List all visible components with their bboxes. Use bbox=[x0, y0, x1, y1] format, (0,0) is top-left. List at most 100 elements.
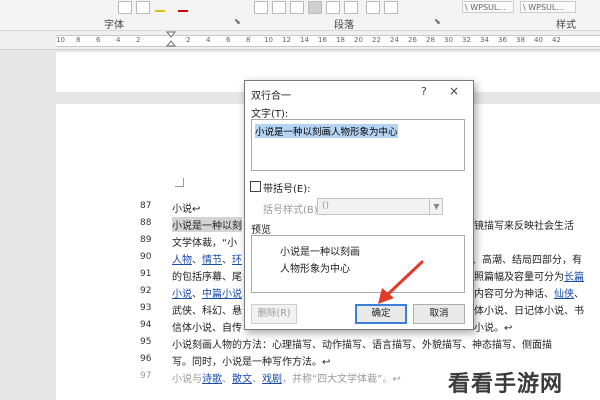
ruler-number: 28 bbox=[426, 36, 435, 44]
ruler-number: 10 bbox=[56, 36, 65, 44]
doc-link[interactable]: 长篇 bbox=[564, 272, 584, 283]
text-input[interactable]: 小说是一种以刻画人物形象为中心 bbox=[251, 119, 465, 171]
ruler-number: 8 bbox=[76, 36, 81, 44]
font-format-button[interactable] bbox=[136, 1, 150, 14]
line-number: 87 bbox=[140, 201, 152, 211]
doc-line[interactable]: 小说与诗歌、散文、戏剧，并称“四大文学体裁”。↩ bbox=[172, 370, 401, 385]
bracket-style-value: () bbox=[322, 201, 330, 211]
font-format-button[interactable] bbox=[118, 1, 132, 14]
ruler-number: 38 bbox=[516, 36, 525, 44]
ruler-number: 12 bbox=[282, 36, 291, 44]
doc-line-right[interactable]: 照篇幅及容量可分为长篇 bbox=[474, 268, 584, 283]
ruler-number: 4 bbox=[206, 36, 211, 44]
doc-line-right[interactable]: 内容可分为神话、仙侠、 bbox=[474, 285, 584, 300]
doc-line[interactable]: 文学体裁，“小 bbox=[172, 234, 237, 249]
ruler-number: 16 bbox=[318, 36, 327, 44]
paragraph-dialog-launcher-icon[interactable]: ⬊ bbox=[434, 17, 441, 26]
doc-link[interactable]: 环 bbox=[232, 255, 242, 266]
doc-link[interactable]: 中篇小说 bbox=[202, 289, 242, 300]
doc-text: 照篇幅及容量可分为 bbox=[474, 272, 564, 283]
chevron-down-icon: ▼ bbox=[429, 199, 443, 214]
ruler-number: 24 bbox=[390, 36, 399, 44]
text-input-value: 小说是一种以刻画人物形象为中心 bbox=[255, 124, 398, 138]
bracket-style-select[interactable]: () ▼ bbox=[317, 198, 443, 215]
help-icon[interactable]: ? bbox=[421, 85, 427, 98]
paragraph-group-label: 段落 bbox=[334, 20, 354, 31]
font-group-label: 字体 bbox=[104, 20, 124, 31]
doc-link[interactable]: 情节 bbox=[202, 255, 222, 266]
borders-button[interactable] bbox=[384, 1, 398, 14]
bracket-checkbox[interactable] bbox=[250, 181, 261, 192]
highlight-color-icon[interactable] bbox=[155, 10, 165, 12]
justify-button[interactable] bbox=[308, 1, 322, 14]
dialog-title: 双行合一 bbox=[251, 91, 291, 102]
distributed-button[interactable] bbox=[326, 1, 340, 14]
doc-line[interactable]: 写。同时，小说是一种写作方法。↩ bbox=[172, 353, 330, 368]
indent-marker-icon[interactable] bbox=[166, 31, 176, 49]
doc-link[interactable]: 戏剧 bbox=[262, 374, 282, 385]
bracket-label: 带括号(E): bbox=[263, 184, 311, 195]
doc-line[interactable]: 信体小说、自传 bbox=[172, 319, 242, 334]
ribbon: 字体 ⬊ 段落 ⬊ \ WPSUL... \ WPSUL... 样式 bbox=[0, 0, 600, 31]
doc-link[interactable]: 人物 bbox=[172, 255, 192, 266]
doc-link[interactable]: 仙侠 bbox=[554, 289, 574, 300]
align-center-button[interactable] bbox=[272, 1, 286, 14]
ruler-number: 40 bbox=[534, 36, 543, 44]
styles-group-label: 样式 bbox=[556, 20, 576, 31]
ruler-number: 14 bbox=[300, 36, 309, 44]
style-gallery-item[interactable]: \ WPSUL... bbox=[462, 1, 514, 13]
doc-line[interactable]: 小说↩ bbox=[172, 200, 200, 215]
doc-line[interactable]: 小说、中篇小说 bbox=[172, 285, 242, 300]
watermark-text: 看看手游网 bbox=[448, 372, 564, 397]
ruler-number: 26 bbox=[408, 36, 417, 44]
ruler-number: 6 bbox=[226, 36, 231, 44]
line-number: 94 bbox=[140, 320, 152, 330]
ruler-number: 8 bbox=[246, 36, 251, 44]
line-number: 89 bbox=[140, 235, 152, 245]
doc-line[interactable]: 的包括序幕、尾 bbox=[172, 268, 242, 283]
ruler-number: 4 bbox=[116, 36, 121, 44]
ruler-number: 42 bbox=[552, 36, 561, 44]
doc-text: 小说与 bbox=[172, 374, 202, 385]
doc-link[interactable]: 小说 bbox=[172, 289, 192, 300]
line-number: 96 bbox=[140, 354, 152, 364]
doc-line-right[interactable]: 镜描写来反映社会生活 bbox=[474, 217, 574, 232]
delete-button[interactable]: 删除(R) bbox=[251, 304, 297, 324]
font-color-icon[interactable] bbox=[178, 10, 188, 12]
ruler-number: 36 bbox=[498, 36, 507, 44]
doc-line-right[interactable]: 、高潮、结局四部分，有 bbox=[472, 251, 582, 266]
doc-link[interactable]: 散文 bbox=[232, 374, 252, 385]
doc-line-right[interactable]: 小说。↩ bbox=[474, 319, 512, 334]
ruler-number: 18 bbox=[336, 36, 345, 44]
line-number: 92 bbox=[140, 286, 152, 296]
ruler-number: 32 bbox=[462, 36, 471, 44]
align-right-button[interactable] bbox=[290, 1, 304, 14]
align-left-button[interactable] bbox=[254, 1, 268, 14]
preview-box: 小说是一种以刻画 人物形象为中心 bbox=[251, 235, 465, 293]
doc-text: ，并称“四大文学体裁”。↩ bbox=[282, 374, 401, 385]
doc-line-selected[interactable]: 小说是一种以刻 bbox=[172, 217, 242, 232]
ruler-number: 22 bbox=[372, 36, 381, 44]
ruler-number: 20 bbox=[354, 36, 363, 44]
bracket-style-label: 括号样式(B): bbox=[263, 205, 322, 216]
line-number: 97 bbox=[140, 371, 152, 381]
ruler-number: 10 bbox=[264, 36, 273, 44]
font-dialog-launcher-icon[interactable]: ⬊ bbox=[234, 17, 241, 26]
ruler-number: 6 bbox=[96, 36, 101, 44]
two-lines-in-one-dialog: 双行合一 ? × 文字(T): 小说是一种以刻画人物形象为中心 带括号(E): … bbox=[244, 80, 474, 330]
doc-line-right[interactable]: 体小说、日记体小说、书 bbox=[474, 302, 584, 317]
doc-line[interactable]: 小说刻画人物的方法：心理描写、动作描写、语言描写、外貌描写、神态描写、侧面描 bbox=[172, 336, 552, 351]
style-gallery-item[interactable]: \ WPSUL... bbox=[520, 1, 576, 13]
horizontal-ruler[interactable]: 10 8 6 4 2 2 4 6 8 10 12 14 16 18 20 22 … bbox=[0, 31, 600, 50]
shading-button[interactable] bbox=[366, 1, 380, 14]
line-number: 95 bbox=[140, 337, 152, 347]
close-icon[interactable]: × bbox=[449, 84, 459, 98]
doc-line[interactable]: 武侠、科幻、悬 bbox=[172, 302, 242, 317]
ruler-number: 34 bbox=[480, 36, 489, 44]
annotation-arrow-icon bbox=[378, 260, 424, 304]
watermark: 看看手游网 bbox=[440, 364, 600, 400]
line-spacing-button[interactable] bbox=[344, 1, 358, 14]
doc-line[interactable]: 人物、情节、环 bbox=[172, 251, 242, 266]
doc-text: 内容可分为神话、 bbox=[474, 289, 554, 300]
doc-link[interactable]: 诗歌 bbox=[202, 374, 222, 385]
